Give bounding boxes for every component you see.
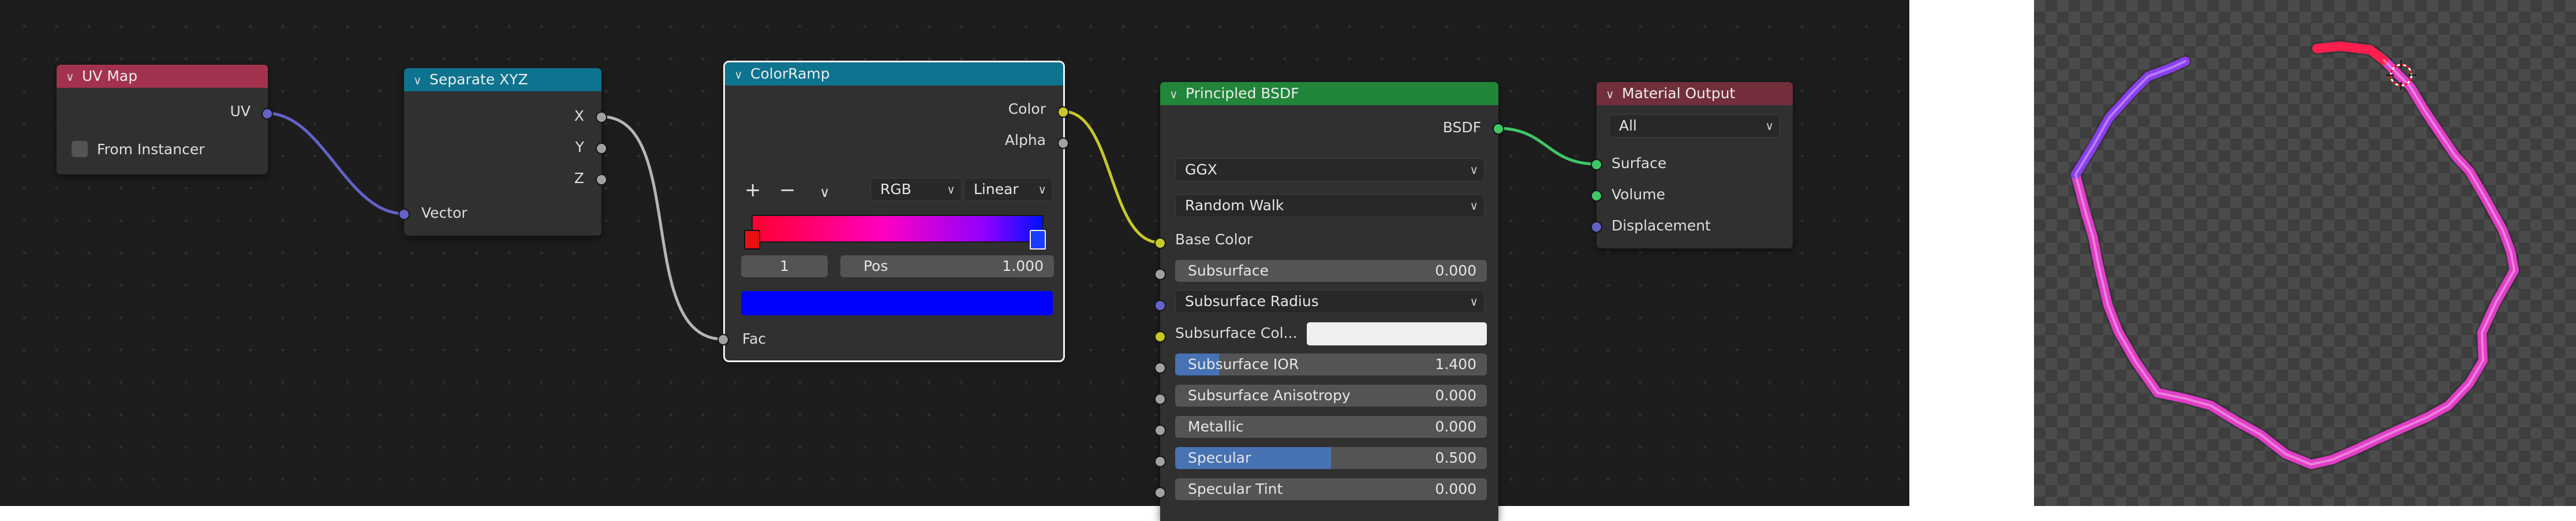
output-y-label: Y xyxy=(575,139,584,155)
remove-stop-button[interactable]: − xyxy=(779,180,796,200)
node-title: Principled BSDF xyxy=(1186,85,1299,102)
base-color-input-socket[interactable] xyxy=(1154,237,1166,249)
volume-label: Volume xyxy=(1612,186,1665,203)
chevron-down-icon: ∨ xyxy=(947,183,955,196)
shader-editor[interactable]: ∨ UV Map UV From Instancer ∨ Separate XYZ … xyxy=(0,0,1909,521)
separate-xyz-header[interactable]: ∨ Separate XYZ xyxy=(404,68,601,91)
input-vector-label: Vector xyxy=(421,204,468,221)
collapse-chevron-icon[interactable]: ∨ xyxy=(734,63,750,86)
material-output-header[interactable]: ∨ Material Output xyxy=(1597,82,1793,105)
interpolation-select[interactable]: Linear ∨ xyxy=(964,178,1053,201)
color-stop-0-handle[interactable] xyxy=(744,230,760,250)
chevron-down-icon: ∨ xyxy=(1470,295,1478,308)
active-stop-index-field[interactable]: 1 xyxy=(741,255,828,277)
color-ramp-gradient[interactable] xyxy=(752,215,1044,243)
subsurface-slider[interactable]: Subsurface 0.000 xyxy=(1175,260,1487,282)
output-color-label: Color xyxy=(1008,101,1046,117)
node-title: UV Map xyxy=(82,68,138,84)
x-output-socket[interactable] xyxy=(596,111,607,123)
add-stop-button[interactable]: + xyxy=(745,180,761,200)
output-alpha-label: Alpha xyxy=(1004,132,1046,148)
principled-bsdf-node[interactable]: ∨ Principled BSDF BSDF GGX ∨ Random Walk ∨ … xyxy=(1160,82,1498,521)
chevron-down-icon: ∨ xyxy=(1470,199,1478,213)
specular-tint-input-socket[interactable] xyxy=(1154,487,1166,498)
color-output-socket[interactable] xyxy=(1057,106,1069,118)
base-color-label: Base Color xyxy=(1175,231,1253,248)
displacement-label: Displacement xyxy=(1612,217,1711,234)
input-fac-label: Fac xyxy=(742,330,767,347)
collapse-chevron-icon[interactable]: ∨ xyxy=(413,69,429,92)
link-x-to-fac xyxy=(601,115,723,341)
subsurface-anisotropy-slider[interactable]: Subsurface Anisotropy 0.000 xyxy=(1175,385,1487,407)
subsurface-color-label: Subsurface Col... xyxy=(1175,325,1298,341)
subsurface-input-socket[interactable] xyxy=(1154,269,1166,280)
viewport-preview[interactable] xyxy=(2034,0,2576,506)
bsdf-output-socket[interactable] xyxy=(1493,123,1504,135)
surface-label: Surface xyxy=(1612,155,1667,172)
link-bsdf-to-surface xyxy=(1497,126,1597,166)
principled-bsdf-header[interactable]: ∨ Principled BSDF xyxy=(1160,82,1498,105)
y-output-socket[interactable] xyxy=(596,143,607,154)
vector-input-socket[interactable] xyxy=(398,209,410,220)
subsurface-radius-input-socket[interactable] xyxy=(1154,300,1166,311)
subsurface-method-select[interactable]: Random Walk ∨ xyxy=(1175,194,1485,217)
output-x-label: X xyxy=(574,107,584,124)
collapse-chevron-icon[interactable]: ∨ xyxy=(1606,83,1622,106)
color-mode-select[interactable]: RGB ∨ xyxy=(870,178,962,201)
collapse-chevron-icon[interactable]: ∨ xyxy=(66,65,82,88)
subsurface-radius-select[interactable]: Subsurface Radius ∨ xyxy=(1175,290,1485,313)
specular-tint-slider[interactable]: Specular Tint 0.000 xyxy=(1175,478,1487,500)
fac-input-socket[interactable] xyxy=(717,334,729,345)
uv-map-header[interactable]: ∨ UV Map xyxy=(57,65,268,88)
metallic-input-socket[interactable] xyxy=(1154,425,1166,436)
node-title: Separate XYZ xyxy=(429,71,528,88)
color-ramp-header[interactable]: ∨ ColorRamp xyxy=(725,62,1063,85)
output-z-label: Z xyxy=(574,170,584,187)
color-ramp-node[interactable]: ∨ ColorRamp Color Alpha + − ∨ RGB ∨ Linear… xyxy=(723,61,1065,362)
subsurface-ior-input-socket[interactable] xyxy=(1154,362,1166,374)
node-title: Material Output xyxy=(1622,85,1736,102)
subsurface-anisotropy-input-socket[interactable] xyxy=(1154,393,1166,405)
uv-map-node[interactable]: ∨ UV Map UV From Instancer xyxy=(57,65,268,174)
output-bsdf-label: BSDF xyxy=(1442,119,1481,136)
collapse-chevron-icon[interactable]: ∨ xyxy=(1169,83,1186,106)
stop-color-swatch[interactable] xyxy=(741,291,1053,315)
viewport-canvas xyxy=(2069,40,2521,471)
displacement-input-socket[interactable] xyxy=(1591,221,1602,233)
subsurface-color-swatch[interactable] xyxy=(1307,322,1487,345)
chevron-down-icon: ∨ xyxy=(1470,163,1478,177)
separate-xyz-node[interactable]: ∨ Separate XYZ X Y Z Vector xyxy=(404,68,601,236)
specular-slider[interactable]: Specular 0.500 xyxy=(1175,447,1487,469)
alpha-output-socket[interactable] xyxy=(1057,137,1069,149)
distribution-select[interactable]: GGX ∨ xyxy=(1175,158,1485,181)
chevron-down-icon: ∨ xyxy=(1038,183,1046,196)
stop-position-field[interactable]: Pos 1.000 xyxy=(840,255,1054,277)
z-output-socket[interactable] xyxy=(596,174,607,185)
chevron-down-icon: ∨ xyxy=(1765,119,1774,133)
target-select[interactable]: All ∨ xyxy=(1609,114,1780,137)
link-uv-to-vector xyxy=(266,111,405,215)
stroke-body-lower xyxy=(2071,55,2519,469)
from-instancer-label: From Instancer xyxy=(97,141,205,158)
subsurface-color-input-socket[interactable] xyxy=(1154,331,1166,343)
node-title: ColorRamp xyxy=(750,65,830,82)
specular-input-socket[interactable] xyxy=(1154,456,1166,467)
volume-input-socket[interactable] xyxy=(1591,190,1602,202)
metallic-slider[interactable]: Metallic 0.000 xyxy=(1175,416,1487,438)
ramp-menu-icon[interactable]: ∨ xyxy=(820,183,830,202)
material-output-node[interactable]: ∨ Material Output All ∨ Surface Volume Dis… xyxy=(1597,82,1793,248)
color-stop-1-handle[interactable] xyxy=(1030,230,1046,250)
surface-input-socket[interactable] xyxy=(1591,159,1602,170)
subsurface-ior-slider[interactable]: Subsurface IOR 1.400 xyxy=(1175,353,1487,375)
output-uv-label: UV xyxy=(230,103,251,120)
link-color-to-basecolor xyxy=(1063,110,1161,244)
uv-output-socket[interactable] xyxy=(261,108,273,120)
from-instancer-checkbox[interactable] xyxy=(72,141,88,157)
